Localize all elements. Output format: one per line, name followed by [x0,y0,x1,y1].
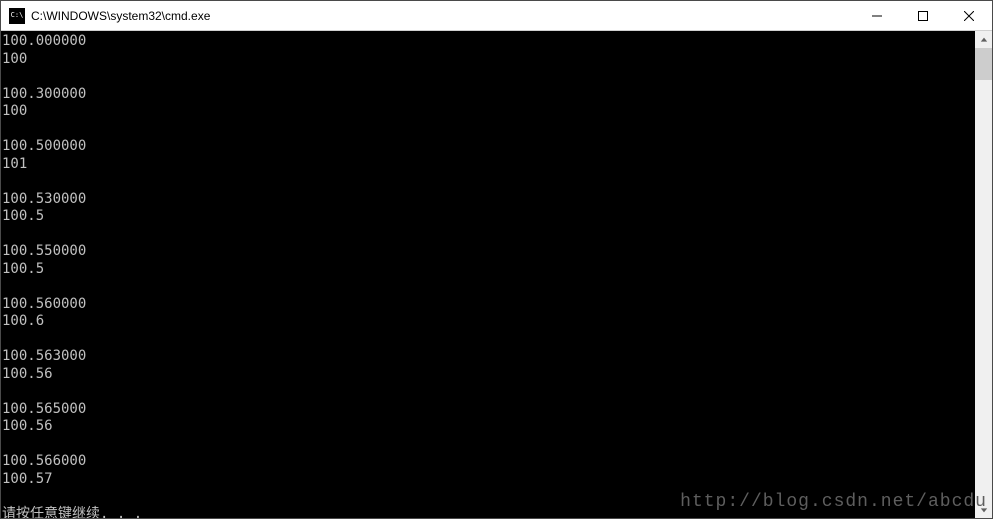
console-output[interactable]: 100.000000 100 100.300000 100 100.500000… [1,31,975,518]
maximize-button[interactable] [900,1,946,30]
cmd-icon [9,8,25,24]
minimize-button[interactable] [854,1,900,30]
scrollbar-thumb[interactable] [975,48,992,80]
scrollbar-track[interactable] [975,48,992,501]
window-controls [854,1,992,30]
titlebar[interactable]: C:\WINDOWS\system32\cmd.exe [1,1,992,31]
scroll-down-button[interactable] [975,501,992,518]
scroll-up-button[interactable] [975,31,992,48]
close-button[interactable] [946,1,992,30]
window-title: C:\WINDOWS\system32\cmd.exe [31,9,854,23]
client-area: 100.000000 100 100.300000 100 100.500000… [1,31,992,518]
window-frame: C:\WINDOWS\system32\cmd.exe 100.000000 1… [0,0,993,519]
vertical-scrollbar[interactable] [975,31,992,518]
